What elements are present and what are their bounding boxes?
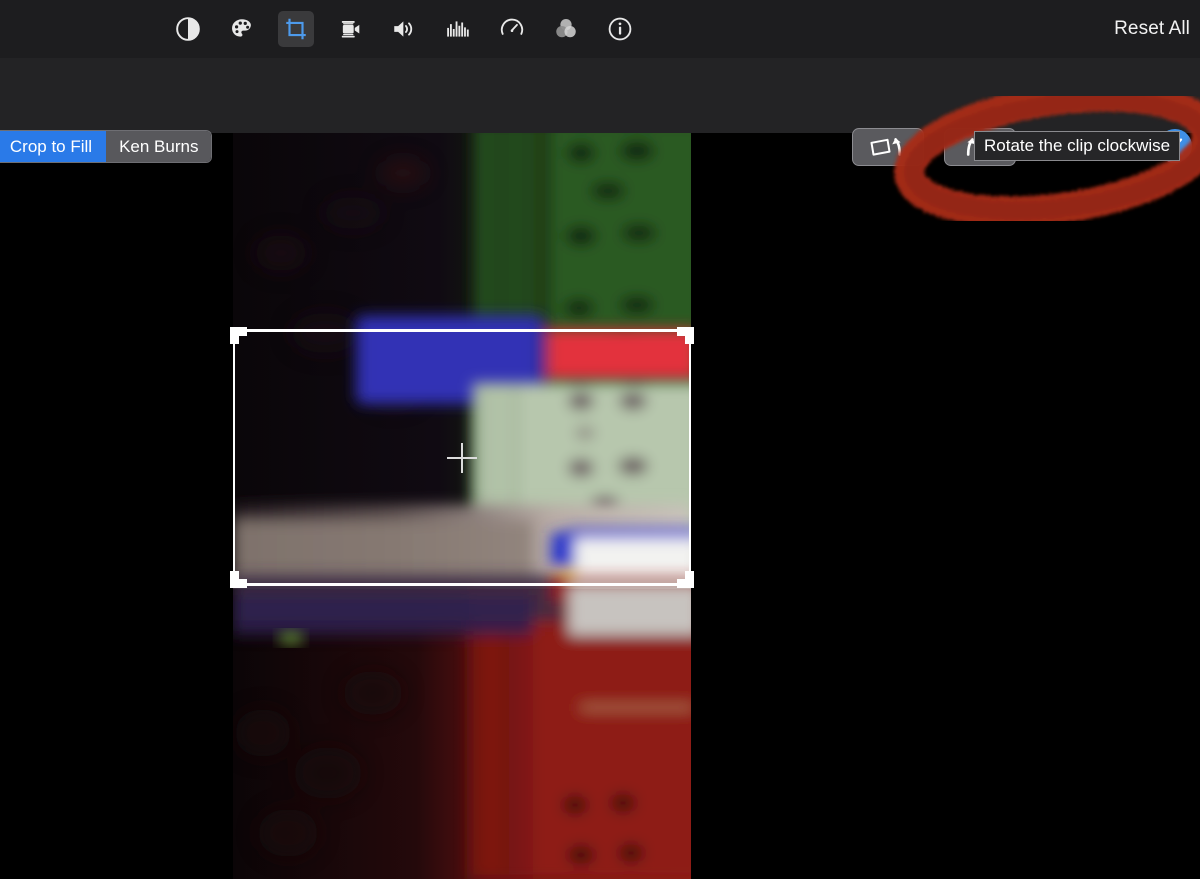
- color-palette-icon: [229, 16, 255, 42]
- three-circles-icon: [553, 16, 579, 42]
- tool-speed[interactable]: [494, 11, 530, 47]
- info-circle-icon: [607, 16, 633, 42]
- crop-mode-crop-to-fill[interactable]: Crop to Fill: [0, 131, 107, 162]
- tool-color-balance[interactable]: [170, 11, 206, 47]
- crop-mode-segmented-control[interactable]: Fit Crop to Fill Ken Burns: [0, 130, 213, 163]
- crop-handle-top-left[interactable]: [230, 327, 247, 344]
- tool-stabilization[interactable]: [332, 11, 368, 47]
- reset-all-button[interactable]: Reset All: [1114, 0, 1190, 58]
- video-editor-crop-panel: Reset All Fit Crop to Fill Ken Burns: [0, 0, 1200, 879]
- speaker-icon: [391, 16, 417, 42]
- tool-noise-reduction[interactable]: [440, 11, 476, 47]
- color-balance-icon: [175, 16, 201, 42]
- video-viewer[interactable]: [0, 133, 1200, 879]
- crop-handle-bottom-left[interactable]: [230, 571, 247, 588]
- equalizer-icon: [445, 16, 471, 42]
- tool-crop[interactable]: [278, 11, 314, 47]
- rotate-counterclockwise-button[interactable]: [852, 128, 924, 166]
- tool-volume[interactable]: [386, 11, 422, 47]
- crop-toolbar: Fit Crop to Fill Ken Burns: [0, 58, 1200, 166]
- adjustments-toolbar: Reset All: [0, 0, 1200, 58]
- crop-mode-ken-burns[interactable]: Ken Burns: [106, 131, 212, 162]
- crop-handle-top-right[interactable]: [677, 327, 694, 344]
- speedometer-icon: [499, 16, 525, 42]
- rotate-counterclockwise-icon: [868, 136, 908, 158]
- adjustment-tool-list: [170, 0, 638, 58]
- tool-info[interactable]: [602, 11, 638, 47]
- tool-color-correction[interactable]: [224, 11, 260, 47]
- crop-icon: [283, 16, 309, 42]
- tool-clip-filter[interactable]: [548, 11, 584, 47]
- video-camera-icon: [337, 16, 363, 42]
- crop-selection-rectangle[interactable]: [230, 327, 694, 588]
- tooltip: Rotate the clip clockwise: [974, 131, 1181, 161]
- crop-handle-bottom-right[interactable]: [677, 571, 694, 588]
- crosshair-icon[interactable]: [447, 442, 477, 473]
